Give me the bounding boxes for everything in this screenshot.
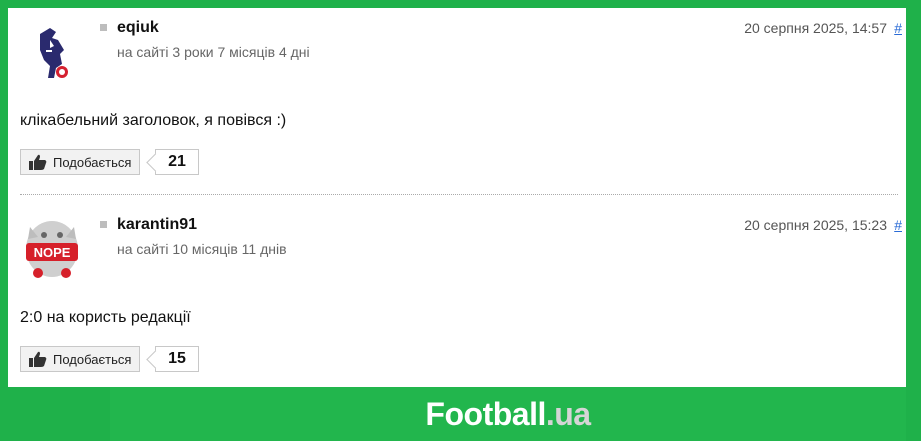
status-indicator	[100, 24, 107, 31]
like-count-value: 15	[168, 350, 186, 367]
username[interactable]: eqiuk	[117, 19, 159, 37]
permalink[interactable]: #	[894, 20, 902, 36]
comment-divider	[20, 194, 898, 195]
avatar-text: NOPE	[34, 245, 71, 260]
logo-suffix: .ua	[545, 395, 591, 432]
comments-panel: eqiuk на сайті 3 роки 7 місяців 4 дні 20…	[8, 8, 906, 387]
like-label: Подобається	[53, 154, 132, 170]
like-count: 21	[155, 149, 199, 175]
like-button[interactable]: Подобається	[20, 149, 140, 175]
member-since: на сайті 3 роки 7 місяців 4 дні	[117, 44, 310, 60]
avatar[interactable]: NOPE	[20, 217, 84, 281]
comment-date: 20 серпня 2025, 14:57	[744, 20, 887, 36]
lion-crest-icon	[40, 28, 68, 78]
comment-text: клікабельний заголовок, я повівся :)	[20, 112, 287, 129]
status-indicator	[100, 221, 107, 228]
nope-cat-icon: NOPE	[26, 221, 78, 278]
thumbs-up-icon	[29, 351, 47, 367]
member-since: на сайті 10 місяців 11 днів	[117, 241, 287, 257]
footer-banner[interactable]: Football.ua	[110, 387, 906, 441]
username[interactable]: karantin91	[117, 216, 197, 234]
footer-bar: Football.ua	[0, 387, 921, 441]
thumbs-up-icon	[29, 154, 47, 170]
like-count-value: 21	[168, 153, 186, 170]
avatar[interactable]	[20, 20, 84, 84]
comment-text: 2:0 на користь редакції	[20, 309, 191, 326]
like-count: 15	[155, 346, 199, 372]
comment-date: 20 серпня 2025, 15:23	[744, 217, 887, 233]
like-label: Подобається	[53, 351, 132, 367]
site-logo[interactable]: Football.ua	[425, 395, 591, 433]
logo-main: Football	[425, 395, 546, 432]
permalink[interactable]: #	[894, 217, 902, 233]
like-button[interactable]: Подобається	[20, 346, 140, 372]
